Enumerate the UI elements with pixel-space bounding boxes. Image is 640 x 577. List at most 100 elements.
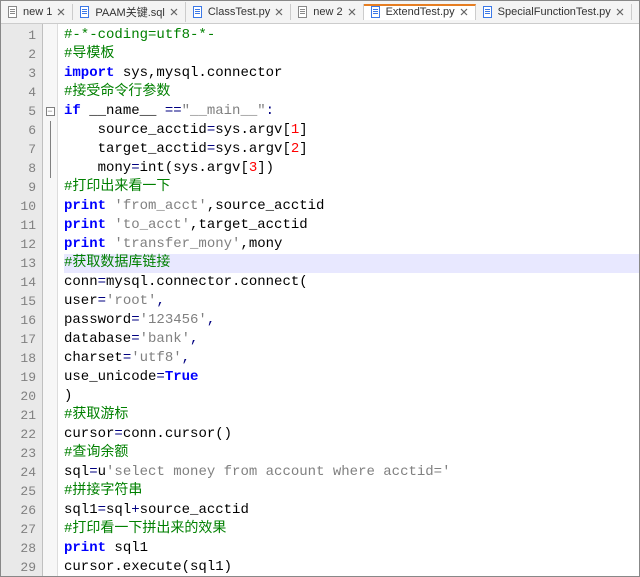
fold-toggle-icon[interactable]: − (46, 107, 55, 116)
tab-0[interactable]: new 1 (1, 4, 73, 20)
line-number: 22 (3, 425, 36, 444)
code-editor[interactable]: 1234567891011121314151617181920212223242… (1, 24, 639, 576)
tab-1[interactable]: PAAM关键.sql (73, 2, 185, 22)
code-line[interactable]: charset='utf8', (64, 349, 639, 368)
line-number: 28 (3, 539, 36, 558)
code-line[interactable]: target_acctid=sys.argv[2] (64, 140, 639, 159)
tab-bar: new 1 PAAM关键.sql ClassTest.py new 2 ExtendTe… (1, 1, 639, 24)
line-number: 14 (3, 273, 36, 292)
line-number-gutter: 1234567891011121314151617181920212223242… (1, 24, 43, 576)
fold-slot (43, 368, 57, 387)
fold-slot (43, 311, 57, 330)
code-line[interactable]: mony=int(sys.argv[3]) (64, 159, 639, 178)
fold-slot (43, 330, 57, 349)
fold-slot (43, 254, 57, 273)
code-line[interactable]: source_acctid=sys.argv[1] (64, 121, 639, 140)
line-number: 1 (3, 26, 36, 45)
tab-5[interactable]: SpecialFunctionTest.py (476, 4, 632, 20)
fold-slot (43, 216, 57, 235)
fold-slot (43, 121, 57, 140)
code-line[interactable]: sql1=sql+source_acctid (64, 501, 639, 520)
line-number: 21 (3, 406, 36, 425)
fold-slot (43, 349, 57, 368)
line-number: 4 (3, 83, 36, 102)
tab-2[interactable]: ClassTest.py (186, 4, 291, 20)
fold-slot (43, 159, 57, 178)
fold-guide (50, 121, 51, 140)
code-line[interactable]: #-*-coding=utf8-*- (64, 26, 639, 45)
code-line[interactable]: #打印看一下拼出来的效果 (64, 520, 639, 539)
close-icon[interactable] (169, 7, 179, 17)
line-number: 2 (3, 45, 36, 64)
tab-label: ClassTest.py (208, 6, 270, 18)
code-line[interactable]: print 'from_acct',source_acctid (64, 197, 639, 216)
file-py-icon (370, 6, 382, 18)
code-line[interactable]: password='123456', (64, 311, 639, 330)
line-number: 27 (3, 520, 36, 539)
close-icon[interactable] (615, 7, 625, 17)
code-line[interactable]: conn=mysql.connector.connect( (64, 273, 639, 292)
fold-slot (43, 140, 57, 159)
code-line[interactable]: import sys,mysql.connector (64, 64, 639, 83)
fold-slot (43, 273, 57, 292)
line-number: 18 (3, 349, 36, 368)
code-line[interactable]: #导模板 (64, 45, 639, 64)
line-number: 26 (3, 501, 36, 520)
file-py-icon (482, 6, 494, 18)
code-line[interactable]: database='bank', (64, 330, 639, 349)
code-line[interactable]: if __name__ =="__main__": (64, 102, 639, 121)
code-line[interactable]: cursor=conn.cursor() (64, 425, 639, 444)
line-number: 11 (3, 216, 36, 235)
line-number: 20 (3, 387, 36, 406)
code-line[interactable]: sql=u'select money from account where ac… (64, 463, 639, 482)
code-line[interactable]: use_unicode=True (64, 368, 639, 387)
line-number: 9 (3, 178, 36, 197)
code-line[interactable]: cursor.execute(sql1) (64, 558, 639, 576)
code-line[interactable]: #拼接字符串 (64, 482, 639, 501)
code-line[interactable]: #接受命令行参数 (64, 83, 639, 102)
close-icon[interactable] (274, 7, 284, 17)
tab-label: new 1 (23, 6, 52, 18)
fold-guide (50, 159, 51, 178)
code-line[interactable]: print 'transfer_mony',mony (64, 235, 639, 254)
line-number: 3 (3, 64, 36, 83)
tab-3[interactable]: new 2 (291, 4, 363, 20)
line-number: 13 (3, 254, 36, 273)
fold-slot (43, 64, 57, 83)
code-line[interactable]: #查询余额 (64, 444, 639, 463)
line-number: 23 (3, 444, 36, 463)
code-line[interactable]: print sql1 (64, 539, 639, 558)
line-number: 17 (3, 330, 36, 349)
line-number: 12 (3, 235, 36, 254)
fold-slot (43, 26, 57, 45)
line-number: 10 (3, 197, 36, 216)
tab-4[interactable]: ExtendTest.py (364, 4, 476, 20)
close-icon[interactable] (56, 7, 66, 17)
line-number: 7 (3, 140, 36, 159)
code-line[interactable]: print 'to_acct',target_acctid (64, 216, 639, 235)
code-line[interactable]: #获取数据库链接 (64, 254, 639, 273)
code-line[interactable]: user='root', (64, 292, 639, 311)
close-icon[interactable] (459, 7, 469, 17)
fold-slot (43, 387, 57, 406)
code-line[interactable]: ) (64, 387, 639, 406)
tab-label: new 2 (313, 6, 342, 18)
fold-slot (43, 292, 57, 311)
close-icon[interactable] (347, 7, 357, 17)
tab-6[interactable]: new1.py (632, 4, 639, 20)
fold-column[interactable]: − (43, 24, 58, 576)
code-area[interactable]: #-*-coding=utf8-*-#导模板import sys,mysql.c… (58, 24, 639, 576)
line-number: 29 (3, 558, 36, 576)
fold-slot: − (43, 102, 57, 121)
fold-guide (50, 140, 51, 159)
code-line[interactable]: #获取游标 (64, 406, 639, 425)
file-py-icon (192, 6, 204, 18)
code-line[interactable]: #打印出来看一下 (64, 178, 639, 197)
line-number: 8 (3, 159, 36, 178)
tab-label: ExtendTest.py (386, 6, 455, 18)
fold-slot (43, 406, 57, 425)
fold-slot (43, 539, 57, 558)
fold-slot (43, 45, 57, 64)
editor-window: new 1 PAAM关键.sql ClassTest.py new 2 ExtendTe… (0, 0, 640, 577)
fold-slot (43, 197, 57, 216)
